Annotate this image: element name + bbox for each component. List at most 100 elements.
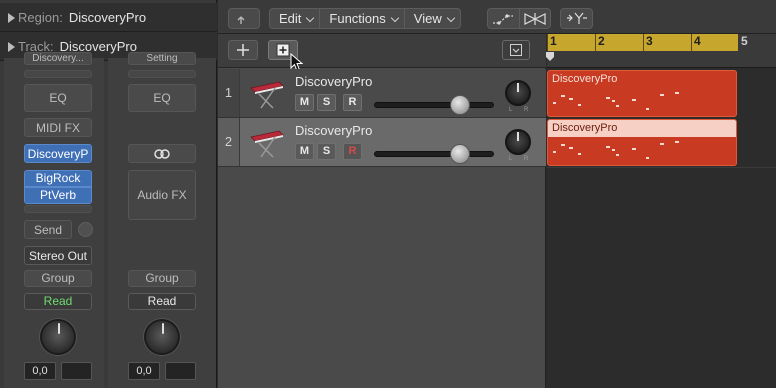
track-row[interactable]: 1 DiscoveryPro M S R L R <box>218 69 546 118</box>
eq-slot[interactable]: EQ <box>128 84 196 112</box>
pan-knob[interactable] <box>505 80 531 106</box>
volume-fader-handle[interactable] <box>450 144 470 164</box>
setting-slot[interactable]: Discovery... <box>24 52 92 65</box>
gain-slot[interactable] <box>24 70 92 78</box>
track-number: 2 <box>218 118 240 166</box>
midi-note <box>561 144 565 146</box>
volume-fader[interactable] <box>374 102 494 108</box>
audio-fx-empty-slot[interactable] <box>24 205 92 213</box>
bar-number: 2 <box>598 34 605 48</box>
playhead-icon[interactable] <box>546 52 554 62</box>
midi-note <box>660 143 664 145</box>
record-enable-button[interactable]: R <box>343 143 362 160</box>
midi-note <box>553 102 556 104</box>
midi-note <box>616 105 619 107</box>
menu-group: Edit Functions View <box>269 8 461 29</box>
catch-playhead-button[interactable] <box>560 8 593 29</box>
midi-region-selected[interactable]: DiscoveryPro <box>547 119 737 166</box>
view-menu[interactable]: View <box>405 9 460 28</box>
inspector: Region: DiscoveryPro Track: DiscoveryPro… <box>0 0 217 388</box>
eq-slot[interactable]: EQ <box>24 84 92 112</box>
link-icon <box>154 149 170 159</box>
audio-fx-slot-1[interactable]: BigRock <box>24 170 92 187</box>
region-name: DiscoveryPro <box>552 73 618 85</box>
disclosure-triangle-icon[interactable] <box>8 13 15 23</box>
chevron-down-icon <box>446 13 455 23</box>
functions-menu[interactable]: Functions <box>320 9 405 28</box>
pan-right-label: R <box>524 156 529 162</box>
tracks-area[interactable]: 1 2 3 4 5 DiscoveryPro DiscoveryPro <box>546 34 776 388</box>
pan-knob[interactable] <box>40 319 76 355</box>
midi-note <box>616 154 619 156</box>
bar-ruler[interactable]: 1 2 3 4 5 <box>546 34 776 68</box>
keyboard-icon <box>250 81 284 109</box>
midi-note <box>569 98 573 100</box>
view-menu-label: View <box>413 11 442 26</box>
stereo-link-button[interactable] <box>128 144 196 163</box>
region-inspector-header[interactable]: Region: DiscoveryPro <box>0 3 217 32</box>
volume-readout[interactable]: 0,0 <box>128 362 160 380</box>
bar-number: 3 <box>646 34 653 48</box>
back-arrow-icon <box>237 16 245 24</box>
region-name: DiscoveryPro <box>552 122 618 134</box>
output-slot[interactable]: Stereo Out <box>24 246 92 265</box>
duplicate-track-icon <box>276 43 290 57</box>
automation-button[interactable] <box>488 9 520 28</box>
pan-knob[interactable] <box>144 319 180 355</box>
midi-note <box>569 147 573 149</box>
midi-note <box>612 149 615 151</box>
group-slot[interactable]: Group <box>24 270 92 287</box>
plus-icon <box>237 44 249 56</box>
global-tracks-button[interactable] <box>502 40 530 60</box>
mute-button[interactable]: M <box>295 143 314 160</box>
pan-knob[interactable] <box>505 129 531 155</box>
send-level-knob[interactable] <box>78 222 93 237</box>
track-name[interactable]: DiscoveryPro <box>295 123 372 138</box>
disclosure-triangle-icon[interactable] <box>8 42 15 52</box>
track-name[interactable]: DiscoveryPro <box>295 74 372 89</box>
record-enable-button[interactable]: R <box>343 94 362 111</box>
flex-button[interactable] <box>520 9 551 28</box>
channel-strip-output: Setting EQ Audio FX Group Read 0,0 <box>108 52 216 388</box>
gain-slot[interactable] <box>128 70 196 78</box>
bar-tick <box>643 34 644 51</box>
add-track-button[interactable] <box>228 40 258 60</box>
channel-strip-instrument: Discovery... EQ MIDI FX DiscoveryP BigRo… <box>4 52 104 388</box>
keyboard-icon <box>250 130 284 158</box>
flex-icon <box>524 12 546 25</box>
send-slot[interactable]: Send <box>24 220 72 239</box>
volume-readout[interactable]: 0,0 <box>24 362 56 380</box>
automation-curve-icon <box>493 13 514 25</box>
midi-region[interactable]: DiscoveryPro <box>547 70 737 117</box>
automation-mode[interactable]: Read <box>24 293 92 310</box>
back-button[interactable] <box>228 8 260 29</box>
group-slot[interactable]: Group <box>128 270 196 287</box>
volume-fader[interactable] <box>374 151 494 157</box>
automation-mode[interactable]: Read <box>128 293 196 310</box>
track-row-selected[interactable]: 2 DiscoveryPro M S R L R <box>218 118 546 167</box>
midi-fx-slot[interactable]: MIDI FX <box>24 118 92 137</box>
volume-fader-handle[interactable] <box>450 95 470 115</box>
setting-slot[interactable]: Setting <box>128 52 196 65</box>
midi-note <box>646 108 649 110</box>
chevron-down-icon <box>390 13 400 23</box>
audio-fx-slot[interactable]: Audio FX <box>128 170 196 220</box>
track-number: 1 <box>218 69 240 117</box>
instrument-slot[interactable]: DiscoveryP <box>24 144 92 163</box>
chevron-down-icon <box>306 13 315 23</box>
midi-note <box>646 157 649 159</box>
bar-number: 1 <box>550 34 557 48</box>
midi-note <box>612 100 615 102</box>
track-list-toolbar <box>218 34 546 72</box>
midi-note <box>578 104 581 106</box>
edit-menu[interactable]: Edit <box>270 9 321 28</box>
solo-button[interactable]: S <box>317 94 336 111</box>
midi-note <box>632 99 636 101</box>
audio-fx-slot-2[interactable]: PtVerb <box>24 187 92 204</box>
solo-button[interactable]: S <box>317 143 336 160</box>
mute-button[interactable]: M <box>295 94 314 111</box>
midi-note <box>578 153 581 155</box>
pan-left-label: L <box>509 156 513 162</box>
peak-readout <box>165 362 196 380</box>
bar-number: 4 <box>694 34 701 48</box>
